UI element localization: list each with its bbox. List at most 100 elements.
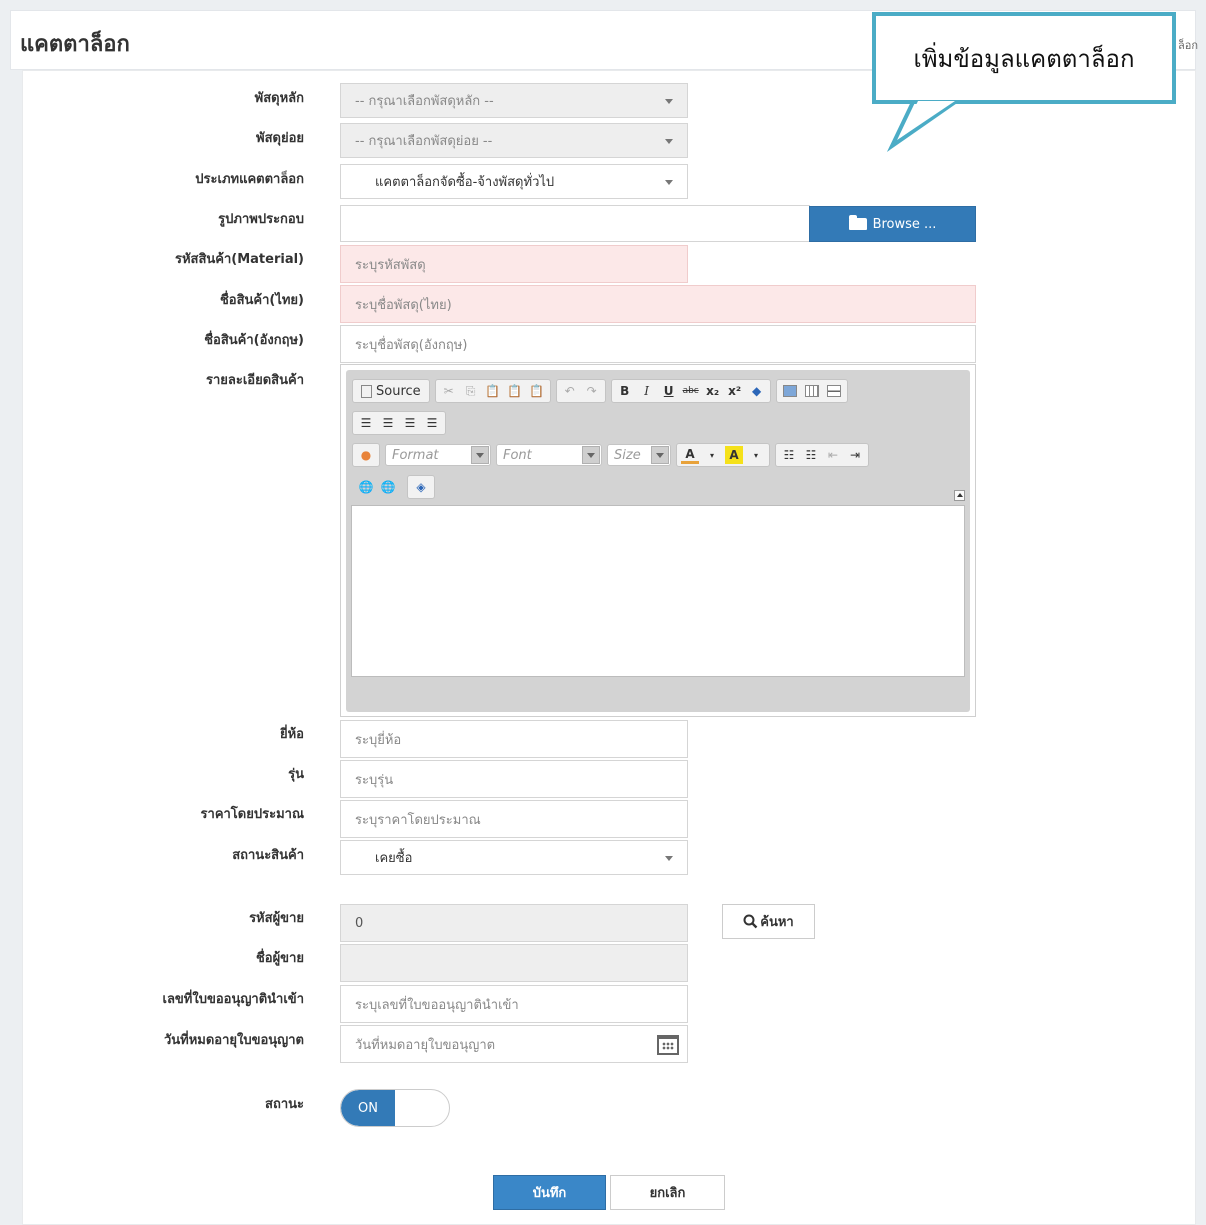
model-input[interactable]: ระบุรุ่น	[340, 760, 688, 798]
name-en-input[interactable]: ระบุชื่อพัสดุ(อังกฤษ)	[340, 325, 976, 363]
name-en-label: ชื่อสินค้า(อังกฤษ)	[204, 333, 304, 348]
chevron-down-icon	[582, 446, 600, 464]
name-en-placeholder: ระบุชื่อพัสดุ(อังกฤษ)	[355, 337, 468, 353]
vendor-search-button[interactable]: ค้นหา	[722, 904, 815, 939]
italic-icon[interactable]: I	[638, 382, 656, 400]
unlink-icon[interactable]: 🌐	[379, 478, 397, 496]
toolbar-group-source: Source	[352, 379, 430, 403]
align-center-icon[interactable]: ☰	[379, 414, 397, 432]
sub-item-placeholder: -- กรุณาเลือกพัสดุย่อย --	[355, 134, 493, 149]
paste-word-icon[interactable]: 📋	[528, 382, 546, 400]
toolbar-group-insert	[775, 379, 848, 403]
material-code-input[interactable]: ระบุรหัสพัสดุ	[340, 245, 688, 283]
license-expiry-placeholder: วันที่หมดอายุใบขอนุญาต	[355, 1037, 496, 1053]
align-right-icon[interactable]: ☰	[401, 414, 419, 432]
document-icon	[361, 384, 372, 398]
text-color-icon[interactable]: A	[681, 446, 699, 464]
name-th-input[interactable]: ระบุชื่อพัสดุ(ไทย)	[340, 285, 976, 323]
chevron-down-icon	[665, 856, 673, 861]
vendor-code-value: 0	[355, 915, 364, 931]
undo-icon[interactable]: ↶	[561, 382, 579, 400]
image-file-field[interactable]	[340, 205, 810, 242]
name-th-label: ชื่อสินค้า(ไทย)	[219, 293, 304, 308]
chevron-down-icon[interactable]: ▾	[747, 446, 765, 464]
catalog-type-value: แคตตาล็อกจัดซื้อ-จ้างพัสดุทั่วไป	[375, 175, 555, 190]
cancel-button[interactable]: ยกเลิก	[610, 1175, 725, 1210]
size-dropdown-label: Size	[614, 447, 641, 463]
page-title: แคตตาล็อก	[20, 32, 130, 57]
indent-icon[interactable]: ⇥	[846, 446, 864, 464]
license-no-input[interactable]: ระบุเลขที่ใบขออนุญาตินำเข้า	[340, 985, 688, 1023]
editor-content-area[interactable]	[351, 505, 965, 677]
paste-text-icon[interactable]: 📋	[506, 382, 524, 400]
strikethrough-icon[interactable]: abc	[682, 382, 700, 400]
smiley-icon[interactable]: ●	[357, 446, 375, 464]
format-dropdown[interactable]: Format	[385, 444, 491, 466]
license-expiry-input[interactable]: วันที่หมดอายุใบขอนุญาต	[340, 1025, 688, 1063]
table-icon[interactable]	[803, 382, 821, 400]
product-status-value: เคยซื้อ	[375, 851, 413, 866]
image-label: รูปภาพประกอบ	[218, 212, 304, 227]
chevron-down-icon[interactable]: ▾	[703, 446, 721, 464]
browse-button[interactable]: Browse ...	[809, 206, 976, 242]
status-toggle[interactable]: ON	[340, 1089, 450, 1127]
table-glyph	[804, 385, 819, 397]
chevron-down-icon	[665, 180, 673, 185]
maximize-icon[interactable]: ◈	[412, 478, 430, 496]
source-button[interactable]: Source	[357, 382, 425, 400]
align-justify-icon[interactable]: ☰	[423, 414, 441, 432]
horizontal-rule-icon[interactable]	[825, 382, 843, 400]
font-dropdown[interactable]: Font	[496, 444, 602, 466]
paste-icon[interactable]: 📋	[484, 382, 502, 400]
brand-input[interactable]: ระบุยี่ห้อ	[340, 720, 688, 758]
material-code-label: รหัสสินค้า(Material)	[174, 252, 304, 267]
vendor-name-input	[340, 944, 688, 982]
browse-button-label: Browse ...	[872, 216, 937, 232]
redo-icon[interactable]: ↷	[583, 382, 601, 400]
price-placeholder: ระบุราคาโดยประมาณ	[355, 812, 481, 828]
price-input[interactable]: ระบุราคาโดยประมาณ	[340, 800, 688, 838]
brand-label: ยี่ห้อ	[280, 727, 304, 742]
toolbar-group-clipboard: ✂ ⎘ 📋 📋 📋	[434, 379, 551, 403]
sub-item-select[interactable]: -- กรุณาเลือกพัสดุย่อย --	[340, 123, 688, 158]
vendor-search-label: ค้นหา	[760, 915, 794, 930]
model-label: รุ่น	[288, 767, 304, 782]
toolbar-group-colors: A ▾ A ▾	[676, 443, 770, 467]
editor-toolbar-row-4: 🌐 🌐 ◈	[352, 474, 435, 500]
model-placeholder: ระบุรุ่น	[355, 772, 394, 788]
cut-icon[interactable]: ✂	[440, 382, 458, 400]
copy-icon[interactable]: ⎘	[462, 382, 480, 400]
price-label: ราคาโดยประมาณ	[200, 807, 304, 822]
chevron-down-icon	[471, 446, 489, 464]
breadcrumb[interactable]: ล็อก	[1178, 36, 1198, 54]
subscript-icon[interactable]: x₂	[704, 382, 722, 400]
product-status-select[interactable]: เคยซื้อ	[340, 840, 688, 875]
bold-icon[interactable]: B	[616, 382, 634, 400]
background-color-icon[interactable]: A	[725, 446, 743, 464]
brand-placeholder: ระบุยี่ห้อ	[355, 732, 402, 748]
status-toggle-on: ON	[341, 1090, 395, 1126]
main-item-select[interactable]: -- กรุณาเลือกพัสดุหลัก --	[340, 83, 688, 118]
annotation-callout: เพิ่มข้อมูลแคตตาล็อก	[872, 12, 1176, 104]
link-icon[interactable]: 🌐	[357, 478, 375, 496]
numbered-list-icon[interactable]: ☷	[780, 446, 798, 464]
superscript-icon[interactable]: x²	[726, 382, 744, 400]
size-dropdown[interactable]: Size	[607, 444, 671, 466]
save-button[interactable]: บันทึก	[493, 1175, 606, 1210]
image-icon[interactable]	[781, 382, 799, 400]
source-button-label: Source	[376, 383, 421, 399]
name-th-placeholder: ระบุชื่อพัสดุ(ไทย)	[355, 297, 452, 313]
license-no-label: เลขที่ใบขออนุญาตินำเข้า	[162, 992, 305, 1007]
details-label: รายละเอียดสินค้า	[206, 373, 304, 388]
chevron-down-icon	[665, 99, 673, 104]
outdent-icon[interactable]: ⇤	[824, 446, 842, 464]
eraser-icon[interactable]: ◆	[748, 382, 766, 400]
calendar-icon[interactable]	[657, 1035, 679, 1055]
toolbar-group-align: ☰ ☰ ☰ ☰	[352, 411, 446, 435]
align-left-icon[interactable]: ☰	[357, 414, 375, 432]
underline-icon[interactable]: U	[660, 382, 678, 400]
bulleted-list-icon[interactable]: ☷	[802, 446, 820, 464]
license-expiry-label: วันที่หมดอายุใบขอนุญาต	[163, 1033, 304, 1048]
collapse-toolbar-icon[interactable]	[954, 490, 965, 501]
catalog-type-select[interactable]: แคตตาล็อกจัดซื้อ-จ้างพัสดุทั่วไป	[340, 164, 688, 199]
